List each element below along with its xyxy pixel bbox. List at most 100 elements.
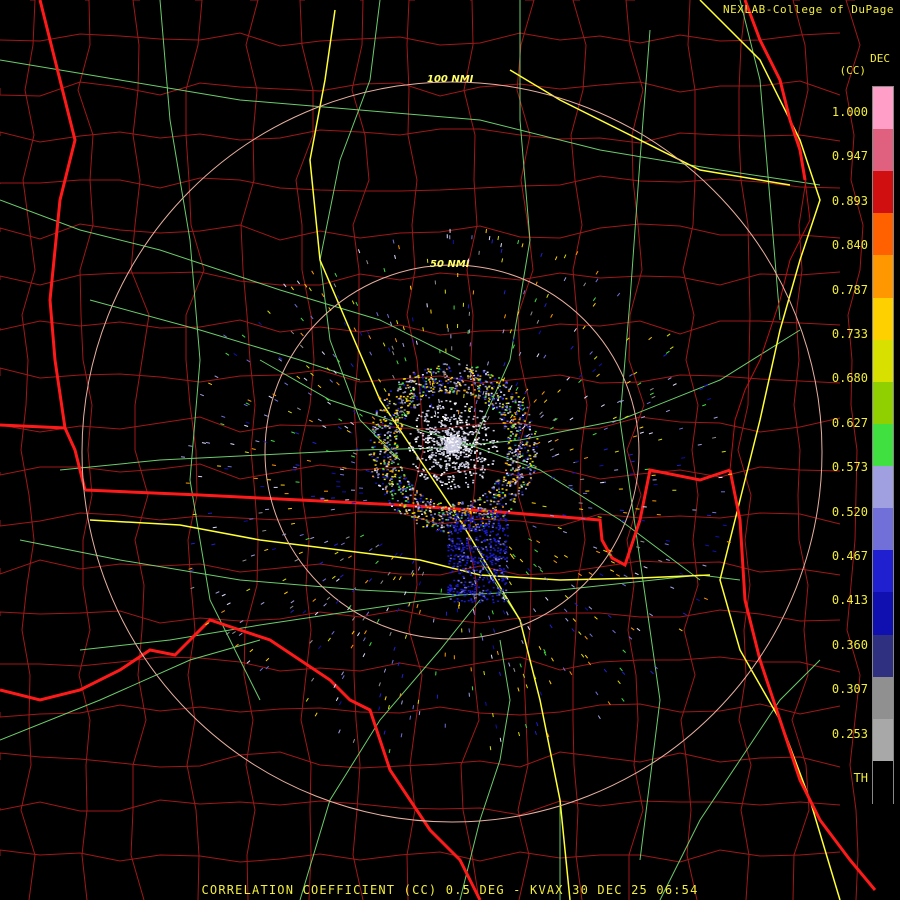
radar-return — [467, 434, 470, 436]
radar-return — [429, 430, 432, 433]
radar-return — [447, 591, 450, 594]
radar-return — [451, 436, 454, 438]
radar-return — [438, 519, 441, 521]
radar-return — [463, 577, 466, 579]
radar-return — [482, 567, 485, 569]
radar-return — [503, 417, 506, 419]
radar-return — [481, 579, 484, 581]
radar-return — [386, 437, 389, 439]
radar-return — [479, 498, 482, 501]
radar-return — [451, 570, 454, 572]
radar-return — [456, 390, 458, 395]
radar-return — [386, 492, 388, 494]
radar-return — [474, 438, 476, 441]
radar-return — [510, 449, 513, 451]
radar-return — [379, 439, 382, 442]
radar-return — [437, 442, 440, 444]
radar-return — [447, 378, 450, 381]
radar-return — [389, 423, 392, 425]
radar-return — [391, 505, 393, 507]
radar-return — [465, 421, 468, 424]
radar-return — [474, 522, 476, 524]
radar-return — [429, 498, 432, 501]
radar-return — [387, 463, 390, 466]
radar-return — [415, 465, 417, 468]
radar-return — [507, 438, 510, 440]
radar-return — [488, 519, 491, 522]
radar-return — [450, 585, 452, 587]
radar-return — [416, 425, 418, 428]
radar-return — [444, 289, 446, 294]
radar-return — [450, 334, 452, 339]
radar-return — [379, 485, 382, 487]
radar-return — [464, 405, 467, 408]
radar-return — [503, 476, 506, 478]
radar-return — [435, 477, 438, 479]
radar-return — [470, 384, 473, 386]
radar-return — [529, 457, 532, 460]
radar-return — [444, 429, 447, 432]
radar-return — [431, 500, 434, 503]
radar-return — [377, 476, 380, 479]
radar-return — [465, 419, 468, 422]
radar-return — [513, 416, 516, 418]
radar-return — [503, 600, 506, 603]
radar-return — [449, 435, 452, 437]
radar-return — [485, 534, 488, 536]
radar-return — [486, 389, 489, 392]
radar-return — [448, 387, 451, 389]
radar-return — [495, 541, 498, 543]
radar-return — [391, 493, 393, 496]
radar-return — [447, 544, 450, 547]
radar-return — [425, 519, 428, 521]
radar-return — [407, 483, 410, 486]
radar-return — [452, 446, 455, 449]
radar-return — [489, 394, 492, 397]
radar-return — [433, 438, 435, 440]
radar-return — [440, 474, 443, 477]
radar-return — [436, 416, 439, 418]
radar-return — [509, 499, 512, 501]
radar-return — [721, 491, 725, 493]
radar-return — [395, 396, 398, 398]
radar-return — [521, 444, 524, 446]
radar-return — [451, 540, 454, 542]
radar-return — [404, 417, 407, 420]
radar-return — [652, 500, 657, 502]
radar-return — [372, 426, 375, 428]
radar-return — [489, 499, 492, 502]
radar-return — [407, 400, 410, 402]
radar-return — [386, 469, 389, 471]
radar-return — [453, 579, 456, 582]
radar-return — [426, 436, 429, 439]
radar-return — [413, 512, 416, 514]
radar-return — [440, 425, 443, 428]
radar-return — [518, 423, 521, 425]
radar-return — [284, 493, 289, 495]
radar-return — [464, 581, 467, 583]
radar-return — [439, 436, 442, 439]
radar-return — [497, 500, 500, 503]
radar-return — [416, 490, 418, 492]
radar-return — [493, 445, 496, 448]
radar-return — [373, 452, 376, 454]
radar-return — [396, 510, 399, 512]
radar-return — [436, 525, 439, 527]
colorbar-segment — [873, 255, 893, 299]
radar-return — [491, 526, 494, 528]
radar-return — [483, 426, 486, 428]
radar-return — [447, 549, 450, 552]
radar-return — [474, 452, 476, 454]
units-sub-label: (CC) — [839, 64, 867, 77]
radar-return — [444, 443, 447, 445]
radar-return — [434, 430, 437, 433]
radar-return — [396, 426, 399, 429]
radar-return — [453, 305, 455, 310]
radar-return — [524, 412, 527, 414]
radar-return — [447, 586, 450, 588]
radar-return — [514, 418, 517, 420]
radar-return — [459, 421, 462, 424]
radar-return — [386, 425, 389, 427]
radar-return — [498, 382, 501, 384]
radar-return — [585, 490, 590, 492]
